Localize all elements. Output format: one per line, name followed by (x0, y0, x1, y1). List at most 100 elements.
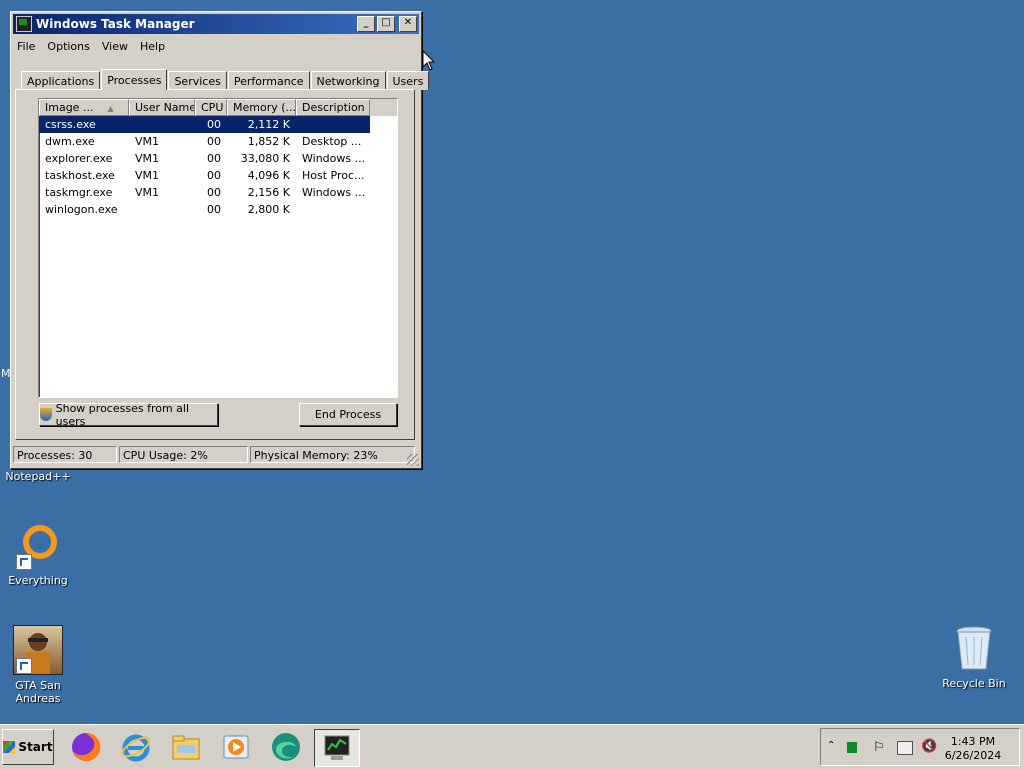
column-cpu[interactable]: CPU (195, 99, 227, 116)
cell-memory: 2,800 K (247, 203, 290, 216)
green-square-icon[interactable] (847, 742, 857, 753)
cell-user: VM1 (135, 135, 160, 148)
cell-image: winlogon.exe (45, 203, 118, 216)
cell-image: taskmgr.exe (45, 186, 113, 199)
table-row[interactable]: taskhost.exe VM1 00 4,096 K Host Proc... (39, 167, 397, 184)
cell-cpu: 00 (207, 203, 221, 216)
process-list[interactable]: Image ... ▲ User Name CPU Memory (... Des… (38, 98, 398, 398)
cell-user: VM1 (135, 152, 160, 165)
column-image-name[interactable]: Image ... ▲ (39, 99, 129, 116)
processes-panel: Image ... ▲ User Name CPU Memory (... Des… (15, 89, 415, 440)
table-row[interactable]: dwm.exe VM1 00 1,852 K Desktop ... (39, 133, 397, 150)
table-row[interactable]: explorer.exe VM1 00 33,080 K Windows ... (39, 150, 397, 167)
desktop-icon-gta[interactable]: GTA San Andreas (0, 625, 76, 705)
taskbar-media-player[interactable] (214, 729, 258, 765)
taskbar: Start ⌃ ⚐ 🔇 1:43 PM 6/26/2024 (0, 724, 1024, 769)
taskbar-file-explorer[interactable] (164, 729, 208, 765)
resize-grip-icon[interactable] (407, 454, 419, 466)
start-label: Start (18, 740, 53, 754)
menu-file[interactable]: File (17, 40, 35, 53)
table-row[interactable]: csrss.exe 00 2,112 K (39, 116, 370, 133)
cell-memory: 1,852 K (247, 135, 290, 148)
windows-logo-icon (3, 741, 16, 753)
cell-cpu: 00 (207, 152, 221, 165)
clock-date: 6/26/2024 (944, 749, 1002, 762)
cell-memory: 4,096 K (247, 169, 290, 182)
cell-memory: 2,112 K (247, 118, 290, 131)
cell-user: VM1 (135, 186, 160, 199)
show-all-processes-button[interactable]: Show processes from all users (39, 401, 218, 428)
show-hidden-icons-button[interactable]: ⌃ (827, 740, 835, 751)
cell-image: csrss.exe (45, 118, 96, 131)
status-processes: Processes: 30 (13, 446, 117, 463)
cell-user: VM1 (135, 169, 160, 182)
edge-icon (272, 733, 300, 761)
menu-options[interactable]: Options (47, 40, 89, 53)
maximize-button[interactable]: □ (377, 16, 395, 32)
tab-networking[interactable]: Networking (310, 71, 386, 90)
window-title: Windows Task Manager (36, 17, 195, 31)
tab-applications[interactable]: Applications (21, 71, 101, 90)
status-cpu-usage: CPU Usage: 2% (119, 446, 248, 463)
cell-memory: 2,156 K (247, 186, 290, 199)
file-explorer-icon (172, 735, 200, 760)
taskbar-task-manager[interactable] (314, 729, 360, 767)
status-bar: Processes: 30 CPU Usage: 2% Physical Mem… (13, 446, 417, 465)
clock[interactable]: 1:43 PM 6/26/2024 (931, 735, 1015, 763)
process-list-body: csrss.exe 00 2,112 K dwm.exe VM1 00 1,85… (39, 116, 397, 218)
column-description[interactable]: Description (296, 99, 370, 116)
mouse-cursor-icon (422, 49, 436, 75)
gta-icon (13, 625, 63, 675)
desktop-icon-everything[interactable]: Everything (0, 522, 76, 587)
shortcut-arrow-icon (16, 554, 32, 570)
taskbar-edge[interactable] (264, 729, 308, 765)
cell-image: taskhost.exe (45, 169, 115, 182)
media-player-icon (223, 735, 249, 759)
everything-icon (14, 522, 62, 570)
table-row[interactable]: winlogon.exe 00 2,800 K (39, 201, 397, 218)
network-icon[interactable] (897, 741, 913, 755)
column-user-name[interactable]: User Name (129, 99, 195, 116)
minimize-button[interactable]: _ (357, 16, 375, 32)
cell-cpu: 00 (207, 169, 221, 182)
sort-ascending-icon: ▲ (107, 104, 114, 113)
clock-time: 1:43 PM (950, 735, 996, 748)
cell-description: Desktop ... (302, 135, 362, 148)
menu-bar: File Options View Help (11, 36, 421, 56)
cell-description: Host Proc... (302, 169, 365, 182)
desktop-icon-notepadpp[interactable]: Notepad++ (0, 470, 76, 483)
show-all-processes-label: Show processes from all users (55, 401, 190, 428)
cell-cpu: 00 (207, 135, 221, 148)
notification-area: ⌃ ⚐ 🔇 1:43 PM 6/26/2024 (820, 728, 1020, 766)
cell-description: Windows ... (302, 152, 366, 165)
cell-image: explorer.exe (45, 152, 113, 165)
cell-cpu: 00 (207, 186, 221, 199)
desktop-icon-label: GTA San Andreas (15, 679, 61, 705)
menu-help[interactable]: Help (140, 40, 165, 53)
tab-performance[interactable]: Performance (227, 71, 310, 90)
shortcut-arrow-icon (16, 658, 32, 674)
taskbar-internet-explorer[interactable] (114, 729, 158, 765)
tab-services[interactable]: Services (168, 71, 227, 90)
process-list-header: Image ... ▲ User Name CPU Memory (... Des… (39, 99, 397, 116)
recycle-bin-icon (950, 625, 998, 673)
tab-processes[interactable]: Processes (101, 69, 168, 90)
desktop-icon-recycle-bin[interactable]: Recycle Bin (936, 625, 1012, 690)
table-row[interactable]: taskmgr.exe VM1 00 2,156 K Windows ... (39, 184, 397, 201)
column-label: Image ... (45, 101, 94, 114)
column-memory[interactable]: Memory (... (227, 99, 296, 116)
task-manager-icon (324, 735, 350, 760)
status-physical-memory: Physical Memory: 23% (250, 446, 415, 463)
internet-explorer-icon (121, 734, 151, 762)
desktop-icon-label: Recycle Bin (942, 677, 1006, 690)
taskbar-firefox[interactable] (64, 729, 108, 765)
end-process-button[interactable]: End Process (299, 403, 397, 426)
close-button[interactable]: ✕ (399, 16, 417, 32)
uac-shield-icon (40, 408, 52, 421)
title-bar[interactable]: Windows Task Manager _ □ ✕ (13, 14, 419, 34)
desktop-icon-label: Everything (8, 574, 68, 587)
firefox-icon (72, 732, 101, 761)
start-button[interactable]: Start (2, 729, 54, 765)
menu-view[interactable]: View (102, 40, 128, 53)
action-center-flag-icon[interactable]: ⚐ (873, 740, 885, 755)
